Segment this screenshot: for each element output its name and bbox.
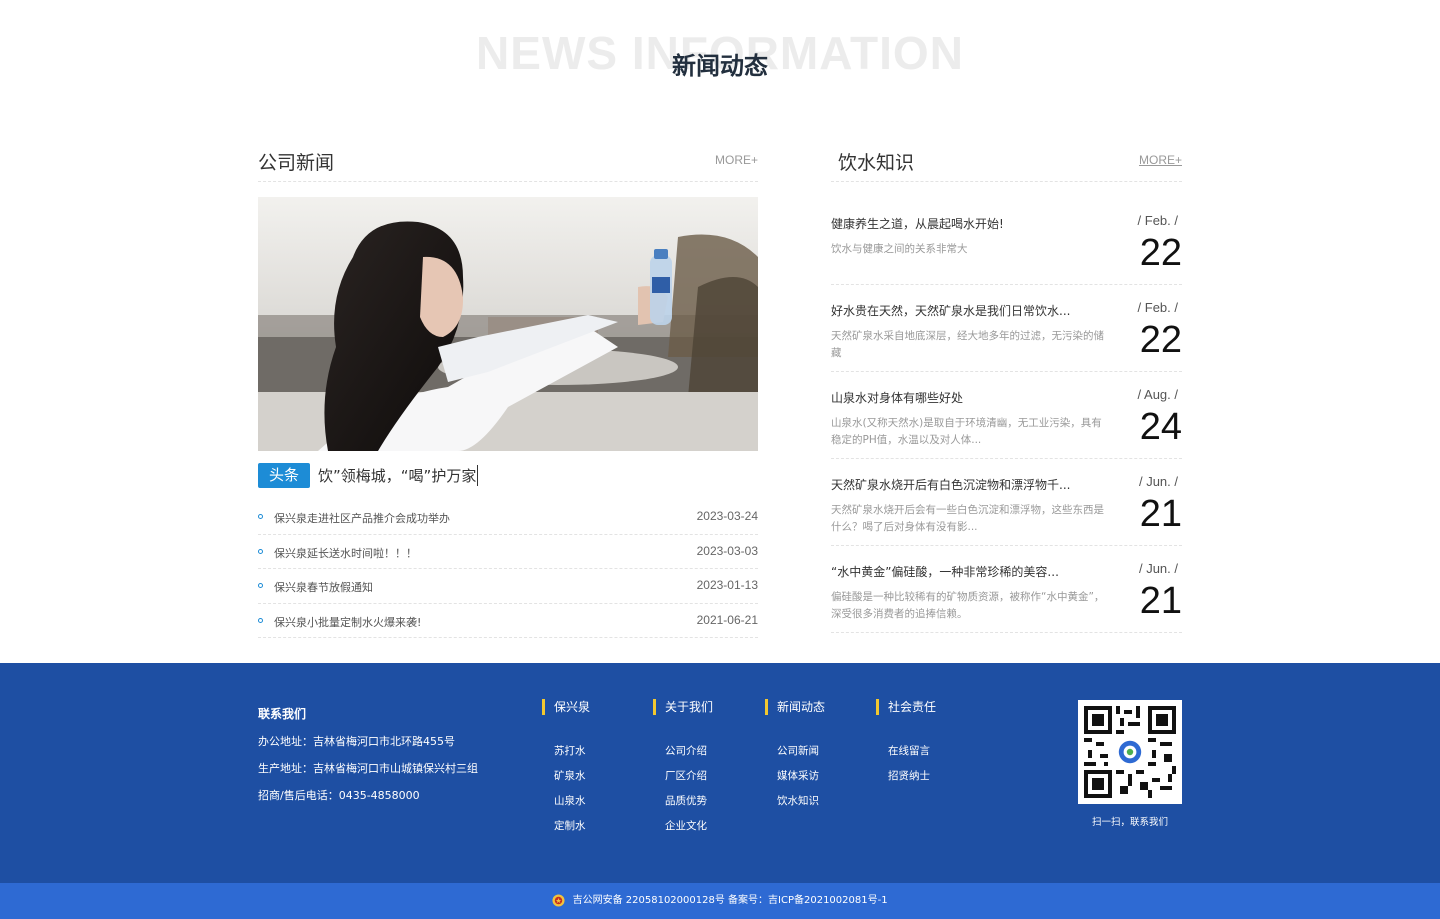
footer-nav-link[interactable]: 企业文化 [653,818,763,833]
list-item[interactable]: 保兴泉延长送水时间啦！！！ 2023-03-03 [258,535,758,569]
article-month: / Feb. / [1137,213,1178,228]
knowledge-more-link[interactable]: MORE+ [1139,153,1182,167]
footer-nav-about: 关于我们 公司介绍 厂区介绍 品质优势 企业文化 [653,699,763,833]
news-title[interactable]: 保兴泉走进社区产品推介会成功举办 [274,510,450,526]
article-day: 22 [1139,232,1182,274]
footer-nav-heading[interactable]: 新闻动态 [765,699,875,715]
qr-code [1078,700,1182,804]
article-title[interactable]: 好水贵在天然，天然矿泉水是我们日常饮水... [831,302,1070,319]
police-badge-icon [552,893,565,907]
list-item[interactable]: “水中黄金”偏硅酸，一种非常珍稀的美容... 偏硅酸是一种比较稀有的矿物质资源，… [831,546,1182,633]
company-news-more-link[interactable]: MORE+ [715,153,758,167]
article-title[interactable]: “水中黄金”偏硅酸，一种非常珍稀的美容... [831,563,1059,580]
footer-nav-heading[interactable]: 保兴泉 [542,699,652,715]
list-item[interactable]: 好水贵在天然，天然矿泉水是我们日常饮水... 天然矿泉水采自地底深层，经大地多年… [831,285,1182,372]
beian-bar: 吉公网安备 22058102000128号 备案号：吉ICP备202100208… [0,883,1440,919]
footer: 联系我们 办公地址：吉林省梅河口市北环路455号 生产地址：吉林省梅河口市山城镇… [0,663,1440,883]
list-item[interactable]: 保兴泉春节放假通知 2023-01-13 [258,569,758,604]
footer-nav-heading[interactable]: 社会责任 [876,699,986,715]
footer-nav-products: 保兴泉 苏打水 矿泉水 山泉水 定制水 [542,699,652,833]
news-date: 2023-01-13 [696,578,758,592]
knowledge-header: 饮水知识 MORE+ [831,140,1182,182]
article-day: 22 [1139,319,1182,361]
contact-title: 联系我们 [258,707,307,721]
footer-nav-link[interactable]: 苏打水 [542,743,652,758]
article-day: 24 [1139,406,1182,448]
footer-nav-link[interactable]: 公司介绍 [653,743,763,758]
bullet-icon [258,514,263,519]
article-summary: 山泉水(又称天然水)是取自于环境清幽，无工业污染，具有稳定的PH值，水温以及对人… [831,417,1102,446]
news-title[interactable]: 保兴泉春节放假通知 [274,579,373,595]
article-day: 21 [1139,493,1182,535]
footer-nav-responsibility: 社会责任 在线留言 招贤纳士 [876,699,986,783]
news-title[interactable]: 保兴泉延长送水时间啦！！！ [274,545,417,561]
list-item[interactable]: 保兴泉走进社区产品推介会成功举办 2023-03-24 [258,500,758,535]
office-address: 办公地址：吉林省梅河口市北环路455号 [258,735,455,748]
company-news-header: 公司新闻 MORE+ [258,140,758,182]
factory-address: 生产地址：吉林省梅河口市山城镇保兴村三组 [258,762,478,775]
section-header: NEWS INFORMATION 新闻动态 [0,0,1440,120]
company-news-list: 保兴泉走进社区产品推介会成功举办 2023-03-24 保兴泉延长送水时间啦！！… [258,500,758,638]
bullet-icon [258,617,263,623]
news-date: 2021-06-21 [696,612,758,627]
company-news-panel: 公司新闻 MORE+ 头条 饮”领梅城，“喝”护万家 保兴泉走进社区产品推介会成… [258,140,758,638]
footer-nav-link[interactable]: 厂区介绍 [653,768,763,783]
headline-title[interactable]: 饮”领梅城，“喝”护万家 [318,465,479,486]
footer-nav-link[interactable]: 饮水知识 [765,793,875,808]
bullet-icon [258,583,263,588]
list-item[interactable]: 保兴泉小批量定制水火爆来袭! 2021-06-21 [258,604,758,638]
bullet-icon [258,548,263,554]
footer-nav-link[interactable]: 公司新闻 [765,743,875,758]
headline-badge: 头条 [258,463,310,488]
section-title: 新闻动态 [672,52,768,80]
footer-nav-link[interactable]: 在线留言 [876,743,986,758]
footer-nav-link[interactable]: 定制水 [542,818,652,833]
article-title[interactable]: 天然矿泉水烧开后有白色沉淀物和漂浮物千... [831,476,1070,493]
headline-photo[interactable] [258,197,758,451]
footer-nav-heading[interactable]: 关于我们 [653,699,763,715]
article-title[interactable]: 健康养生之道，从晨起喝水开始! [831,215,1004,232]
news-title[interactable]: 保兴泉小批量定制水火爆来袭! [274,614,421,630]
headline-photo-image [258,197,758,451]
article-summary: 天然矿泉水采自地底深层，经大地多年的过滤，无污染的储藏 [831,330,1104,359]
knowledge-title: 饮水知识 [838,152,915,174]
news-date: 2023-03-24 [696,509,758,523]
qr-caption: 扫一扫，联系我们 [1091,817,1168,828]
footer-nav-link[interactable]: 山泉水 [542,793,652,808]
article-month: / Jun. / [1138,561,1178,576]
footer-nav-news: 新闻动态 公司新闻 媒体采访 饮水知识 [765,699,875,808]
footer-nav-link[interactable]: 品质优势 [653,793,763,808]
qr-code-icon [1084,706,1176,798]
article-title[interactable]: 山泉水对身体有哪些好处 [831,389,963,406]
news-date: 2023-03-03 [696,543,758,558]
article-month: / Jun. / [1138,474,1178,489]
knowledge-list: 健康养生之道，从晨起喝水开始! 饮水与健康之间的关系非常大 / Feb. / 2… [831,198,1182,633]
article-summary: 天然矿泉水烧开后会有一些白色沉淀和漂浮物，这些东西是什么？喝了后对身体有没有影.… [831,504,1104,533]
footer-contact: 联系我们 办公地址：吉林省梅河口市北环路455号 生产地址：吉林省梅河口市山城镇… [258,705,478,803]
footer-nav-link[interactable]: 矿泉水 [542,768,652,783]
beian-text[interactable]: 吉公网安备 22058102000128号 备案号：吉ICP备202100208… [573,895,888,906]
list-item[interactable]: 健康养生之道，从晨起喝水开始! 饮水与健康之间的关系非常大 / Feb. / 2… [831,198,1182,285]
list-item[interactable]: 山泉水对身体有哪些好处 山泉水(又称天然水)是取自于环境清幽，无工业污染，具有稳… [831,372,1182,459]
footer-nav-link[interactable]: 招贤纳士 [876,768,986,783]
article-month: / Feb. / [1137,300,1178,315]
list-item[interactable]: 天然矿泉水烧开后有白色沉淀物和漂浮物千... 天然矿泉水烧开后会有一些白色沉淀和… [831,459,1182,546]
footer-nav-link[interactable]: 媒体采访 [765,768,875,783]
headline-row[interactable]: 头条 饮”领梅城，“喝”护万家 [258,463,758,489]
article-summary: 偏硅酸是一种比较稀有的矿物质资源，被称作“水中黄金”，深受很多消费者的追捧信赖。 [831,591,1105,620]
knowledge-panel: 饮水知识 MORE+ 健康养生之道，从晨起喝水开始! 饮水与健康之间的关系非常大… [831,140,1182,633]
article-summary: 饮水与健康之间的关系非常大 [831,243,968,255]
article-month: / Aug. / [1137,387,1178,402]
article-day: 21 [1139,580,1182,622]
company-news-title: 公司新闻 [258,152,335,174]
service-phone: 招商/售后电话：0435-4858000 [258,789,420,802]
